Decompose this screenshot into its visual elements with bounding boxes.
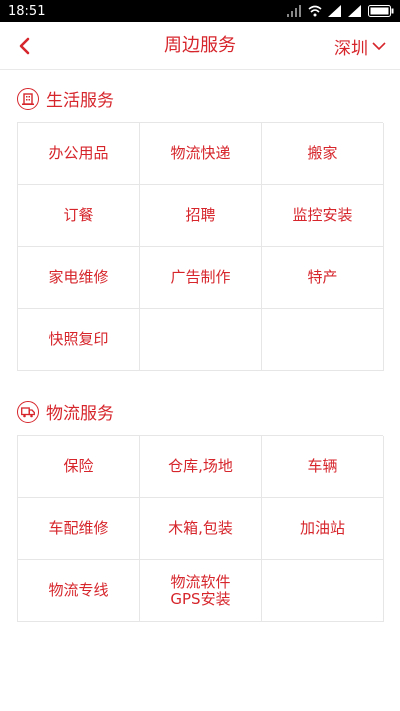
life-services-grid: 办公用品 物流快递 搬家 订餐 招聘 监控安装 家电维修 广告制作 特产 快照复… xyxy=(17,122,384,371)
top-navigation-bar: 周边服务 深圳 xyxy=(0,22,400,70)
empty-cell xyxy=(262,560,384,622)
service-express-delivery[interactable]: 物流快递 xyxy=(140,123,262,185)
service-ad-production[interactable]: 广告制作 xyxy=(140,247,262,309)
signal-icon xyxy=(287,5,301,17)
empty-cell xyxy=(140,309,262,371)
logistics-services-title: 物流服务 xyxy=(46,404,114,424)
service-auto-parts-repair[interactable]: 车配维修 xyxy=(18,498,140,560)
status-time: 18:51 xyxy=(8,3,46,19)
service-moving[interactable]: 搬家 xyxy=(262,123,384,185)
city-label: 深圳 xyxy=(334,38,368,59)
wifi-icon xyxy=(308,5,322,17)
logistics-services-grid: 保险 仓库,场地 车辆 车配维修 木箱,包装 加油站 物流专线 物流软件 GPS… xyxy=(17,435,384,622)
service-food-ordering[interactable]: 订餐 xyxy=(18,185,140,247)
back-arrow-icon xyxy=(19,37,30,55)
service-vehicles[interactable]: 车辆 xyxy=(262,436,384,498)
truck-icon xyxy=(17,400,39,423)
status-bar: 18:51 xyxy=(0,0,400,22)
service-surveillance-install[interactable]: 监控安装 xyxy=(262,185,384,247)
service-local-specialty[interactable]: 特产 xyxy=(262,247,384,309)
service-office-supplies[interactable]: 办公用品 xyxy=(18,123,140,185)
service-gas-station[interactable]: 加油站 xyxy=(262,498,384,560)
service-wooden-box-packaging[interactable]: 木箱,包装 xyxy=(140,498,262,560)
cellular-icon xyxy=(328,5,341,17)
service-print-copy[interactable]: 快照复印 xyxy=(18,309,140,371)
service-dedicated-line[interactable]: 物流专线 xyxy=(18,560,140,622)
service-logistics-software-gps[interactable]: 物流软件 GPS安装 xyxy=(140,560,262,622)
service-warehouse-site[interactable]: 仓库,场地 xyxy=(140,436,262,498)
logistics-services-header: 物流服务 xyxy=(17,399,114,424)
service-insurance[interactable]: 保险 xyxy=(18,436,140,498)
chevron-down-icon xyxy=(372,42,386,51)
service-appliance-repair[interactable]: 家电维修 xyxy=(18,247,140,309)
city-selector[interactable]: 深圳 xyxy=(334,22,386,70)
cellular-secondary-icon xyxy=(348,5,361,17)
empty-cell xyxy=(262,309,384,371)
battery-icon xyxy=(368,5,394,17)
status-icons xyxy=(286,5,394,17)
life-services-header: 生活服务 xyxy=(17,86,114,111)
building-icon xyxy=(17,87,39,110)
service-recruitment[interactable]: 招聘 xyxy=(140,185,262,247)
life-services-title: 生活服务 xyxy=(46,91,114,111)
back-button[interactable] xyxy=(10,32,38,60)
